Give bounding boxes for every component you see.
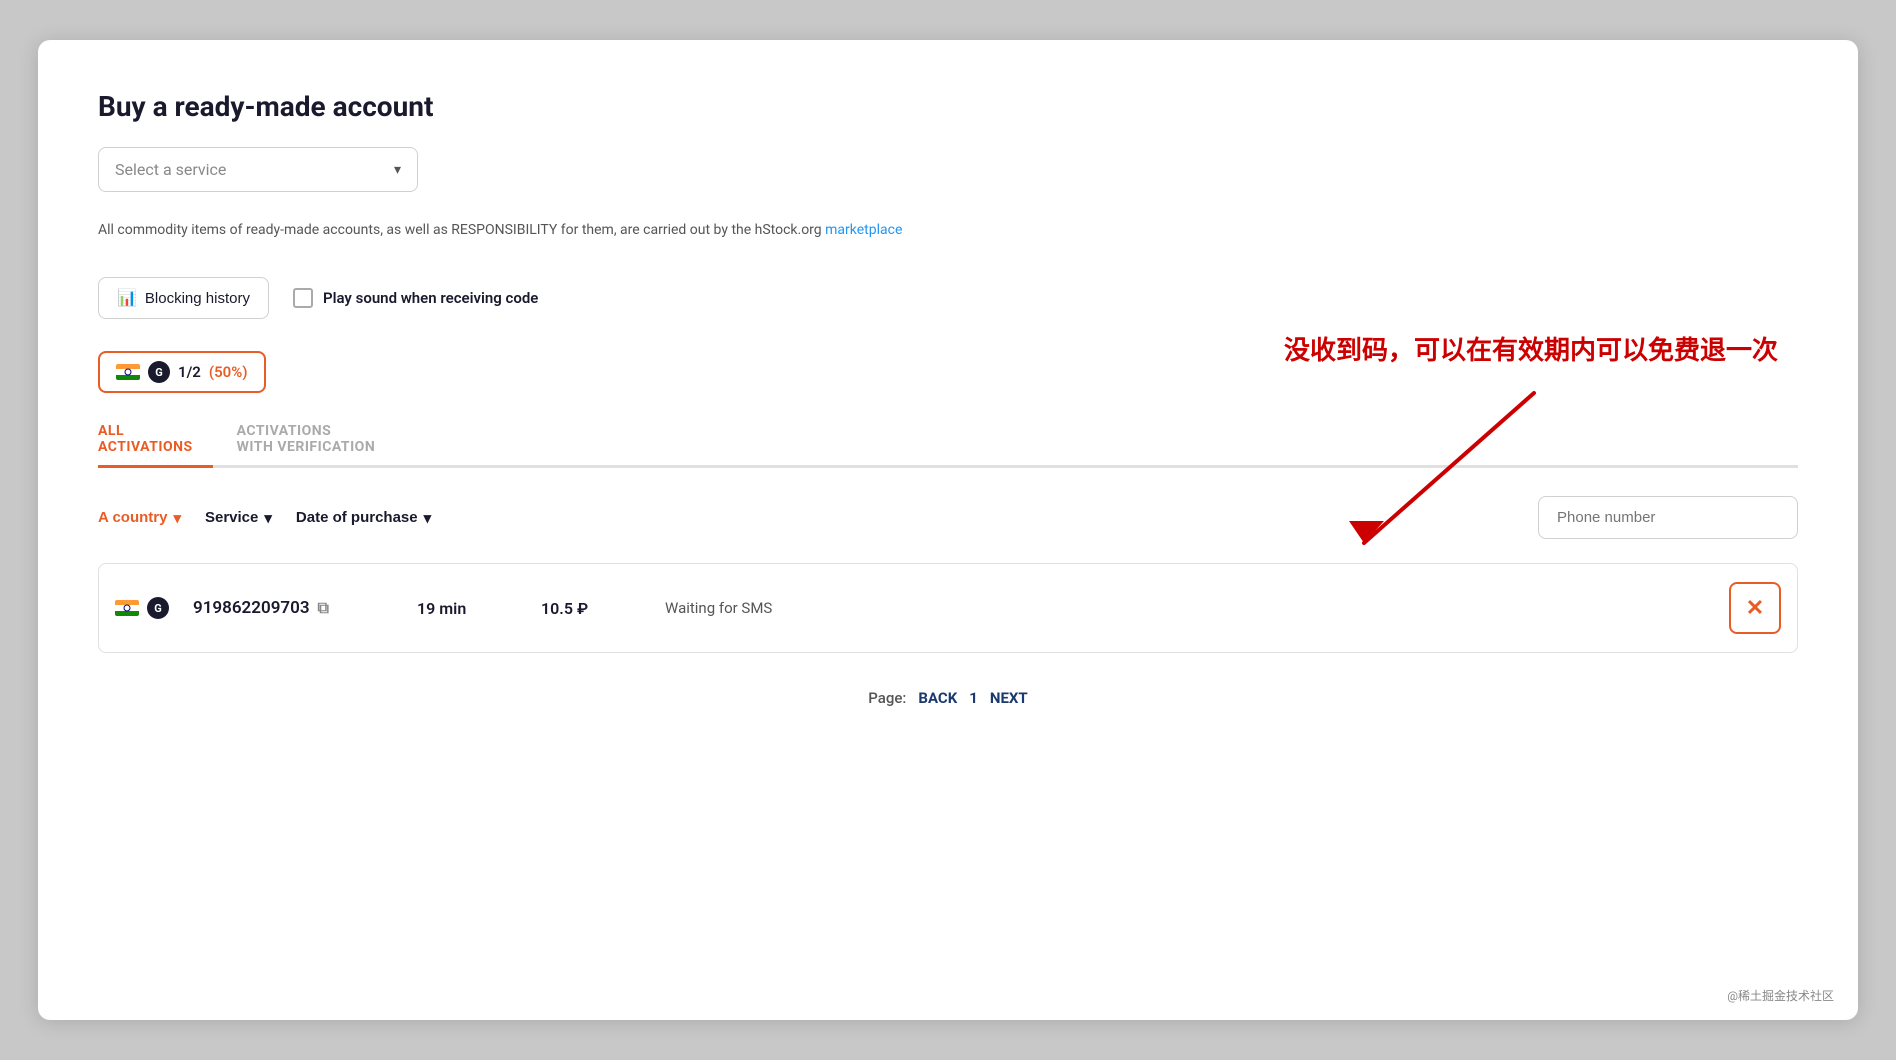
tab-all-line1: ALL [98,423,124,439]
sound-label: Play sound when receiving code [323,289,538,307]
chevron-down-icon: ▾ [394,162,401,178]
main-card: Buy a ready-made account Select a servic… [38,40,1858,1020]
chatgpt-icon: G [148,361,170,383]
date-filter-label: Date of purchase [296,509,418,526]
country-filter-chevron: ▾ [173,509,181,527]
service-select-placeholder: Select a service [115,160,226,179]
india-flag-icon [116,364,140,380]
date-filter-chevron: ▾ [424,509,432,527]
row-status: Waiting for SMS [665,599,1705,617]
service-select-dropdown[interactable]: Select a service ▾ [98,147,418,192]
service-filter-label: Service [205,509,258,526]
back-button[interactable]: BACK [918,689,957,707]
row-chatgpt-icon: G [147,597,169,619]
page-title: Buy a ready-made account [98,90,1798,123]
marketplace-link[interactable]: marketplace [825,222,902,238]
page-number[interactable]: 1 [969,689,978,707]
blocking-history-label: Blocking history [145,290,250,307]
phone-number-input[interactable] [1538,496,1798,539]
watermark: @稀土掘金技术社区 [1727,987,1834,1004]
pagination: Page: BACK 1 NEXT [98,689,1798,707]
row-phone-number: 919862209703 ⧉ [193,598,393,618]
date-filter-button[interactable]: Date of purchase ▾ [296,509,431,527]
tab-all-line2: ACTIVATIONS [98,439,193,455]
row-time: 19 min [417,599,517,618]
badge-percent: (50%) [209,363,248,381]
blocking-history-button[interactable]: 📊 Blocking history [98,277,269,319]
next-button[interactable]: NEXT [990,689,1028,707]
info-text: All commodity items of ready-made accoun… [98,220,1798,241]
copy-icon[interactable]: ⧉ [318,598,329,618]
country-filter-button[interactable]: A country ▾ [98,509,181,527]
tab-activations-verification[interactable]: ACTIVATIONS WITH VERIFICATION [237,413,396,465]
row-india-flag-icon [115,600,139,616]
sound-checkbox[interactable] [293,288,313,308]
annotation-text: 没收到码，可以在有效期内可以免费退一次 [1284,330,1778,367]
tab-all-activations[interactable]: ALL ACTIVATIONS [98,413,213,465]
bar-chart-icon: 📊 [117,288,137,308]
page-label: Page: [868,689,906,707]
annotation-arrow [1284,373,1584,593]
tab-ver-line2: WITH VERIFICATION [237,439,376,455]
tabs-area: ALL ACTIVATIONS ACTIVATIONS WITH VERIFIC… [98,413,1798,468]
delete-button[interactable]: ✕ [1729,582,1781,634]
filters-row: A country ▾ Service ▾ Date of purchase ▾ [98,496,1798,539]
toolbar: 📊 Blocking history Play sound when recei… [98,277,1798,319]
row-price: 10.5 ₽ [541,599,641,618]
tab-ver-line1: ACTIVATIONS [237,423,332,439]
service-filter-chevron: ▾ [264,509,272,527]
tabs-nav: ALL ACTIVATIONS ACTIVATIONS WITH VERIFIC… [98,413,1798,468]
activation-badge: G 1/2 (50%) [98,351,266,393]
country-filter-label: A country [98,509,167,526]
row-flags: G [115,597,169,619]
table-area: G 919862209703 ⧉ 19 min 10.5 ₽ Waiting f… [98,563,1798,653]
service-filter-button[interactable]: Service ▾ [205,509,272,527]
sound-checkbox-label[interactable]: Play sound when receiving code [293,288,538,308]
badge-ratio: 1/2 [178,363,201,381]
table-row: G 919862209703 ⧉ 19 min 10.5 ₽ Waiting f… [98,563,1798,653]
